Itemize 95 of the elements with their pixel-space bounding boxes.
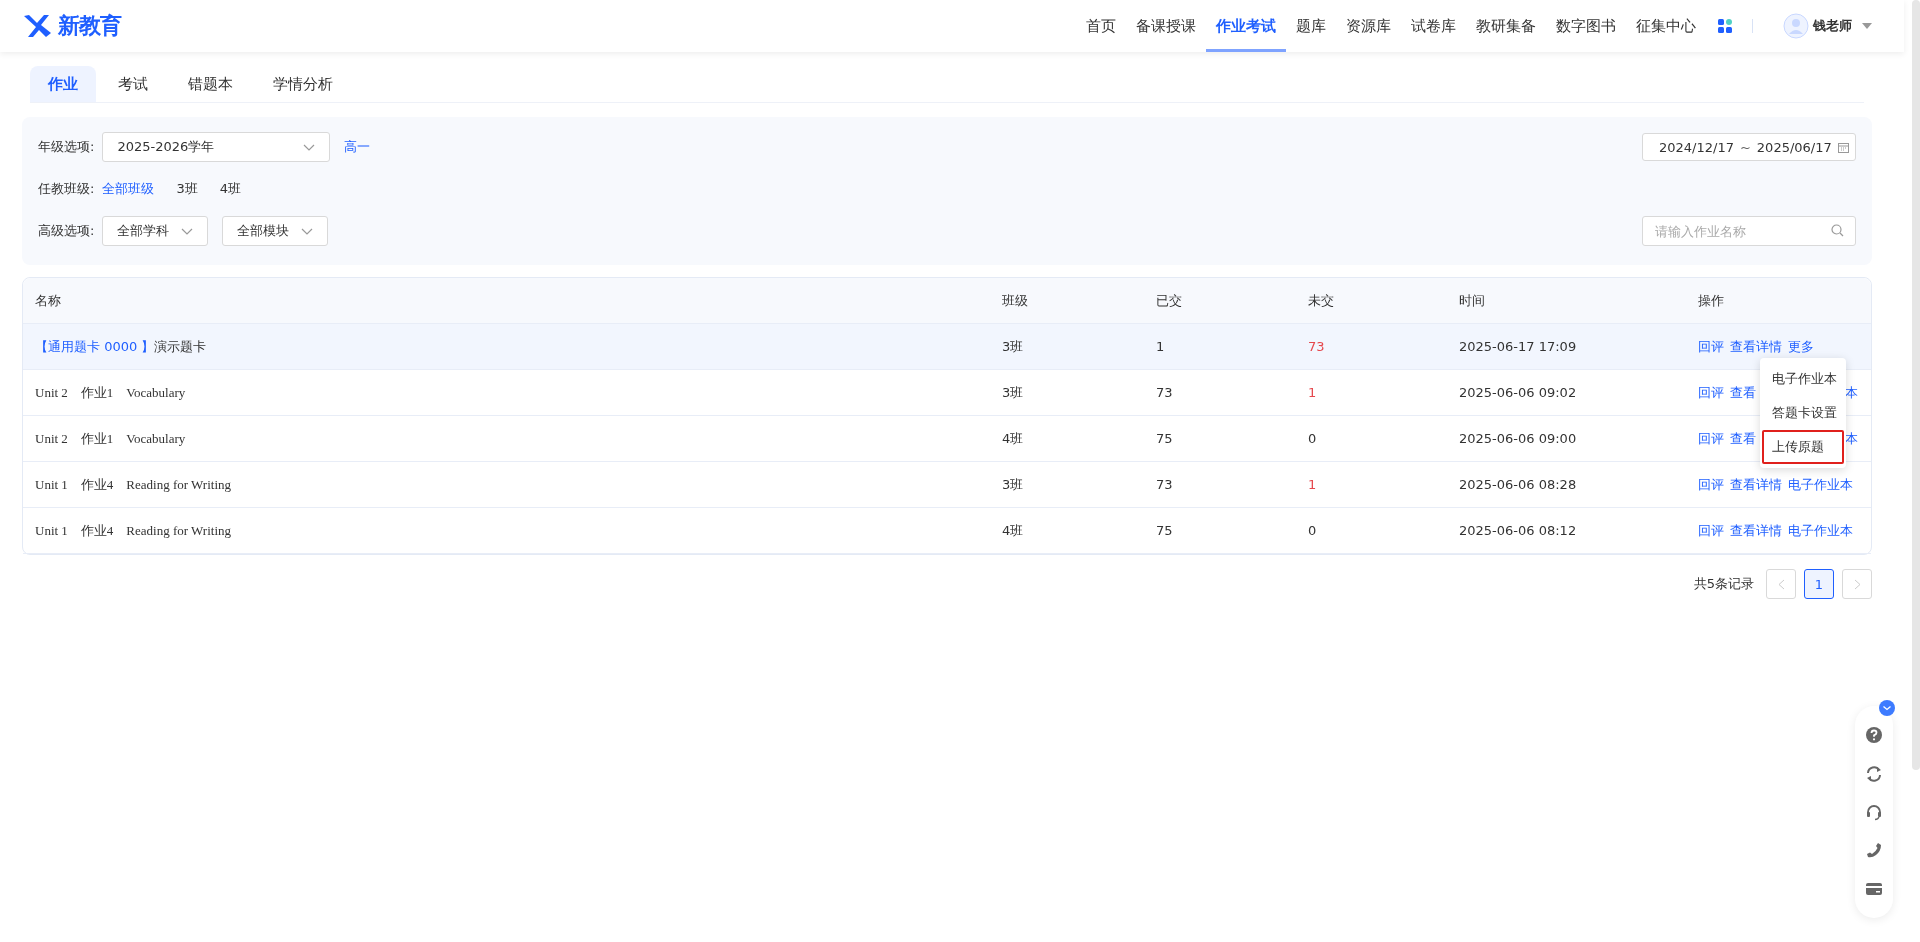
action-link[interactable]: 查看 — [1730, 429, 1756, 448]
table-cell-text: 2025-06-06 09:00 — [1459, 431, 1578, 446]
action-link[interactable]: 本 — [1845, 383, 1858, 402]
nav-item[interactable]: 数字图书 — [1546, 0, 1626, 52]
tab[interactable]: 学情分析 — [255, 66, 351, 102]
filter-label: 年级选项: — [38, 138, 95, 156]
grade-link[interactable]: 高一 — [344, 138, 371, 156]
class-option[interactable]: 全部班级 — [102, 180, 155, 198]
assignment-name: Unit 2 作业1 Vocabulary — [35, 383, 186, 402]
nav-item[interactable]: 作业考试 — [1206, 0, 1286, 52]
action-link[interactable]: 回评 — [1698, 475, 1724, 494]
action-link[interactable]: 更多 — [1788, 337, 1814, 356]
table-cell-text: 4班 — [1002, 521, 1025, 540]
table-cell-text: 2025-06-06 08:12 — [1459, 523, 1578, 538]
user-name[interactable]: 钱老师 — [1813, 17, 1852, 35]
module-select[interactable]: 全部模块 — [222, 216, 329, 246]
record-count: 共5条记录 — [1693, 575, 1754, 593]
tab[interactable]: 错题本 — [170, 66, 251, 102]
logo-text: 新教育 — [58, 12, 121, 40]
column-header: 名称 — [34, 291, 62, 310]
table-cell-text: 4班 — [1002, 429, 1025, 448]
nav-item[interactable]: 备课授课 — [1126, 0, 1206, 52]
column-header: 操作 — [1698, 291, 1725, 310]
logo-icon — [22, 13, 52, 39]
filter-label: 高级选项: — [38, 222, 95, 240]
menu-item[interactable]: 上传原题 — [1762, 430, 1844, 464]
column-header: 班级 — [1002, 291, 1029, 310]
card-tag[interactable]: 【通用题卡 0000 】 — [35, 337, 155, 356]
table-cell-text: 0 — [1308, 431, 1318, 446]
collapse-icon[interactable] — [1879, 700, 1895, 716]
tab[interactable]: 作业 — [30, 66, 96, 102]
chevron-down-icon — [303, 143, 316, 151]
filter-label: 任教班级: — [38, 180, 95, 198]
action-link[interactable]: 回评 — [1698, 429, 1724, 448]
apps-grid-icon[interactable] — [1718, 19, 1732, 33]
search-icon[interactable] — [1831, 224, 1844, 237]
table-cell-text: 0 — [1308, 523, 1318, 538]
nav-item[interactable]: 教研集备 — [1466, 0, 1546, 52]
nav-item[interactable]: 题库 — [1286, 0, 1336, 52]
school-year-select[interactable]: 2025-2026学年 — [102, 132, 331, 162]
calendar-icon — [1837, 141, 1849, 153]
action-link[interactable]: 查看详情 — [1730, 337, 1782, 356]
assignment-name: Unit 1 作业4 Reading for Writing — [35, 475, 232, 494]
action-link[interactable]: 回评 — [1698, 521, 1724, 540]
help-icon[interactable] — [1865, 726, 1883, 745]
assignment-name: Unit 1 作业4 Reading for Writing — [35, 521, 232, 540]
tab[interactable]: 考试 — [100, 66, 166, 102]
chevron-down-icon — [301, 227, 314, 235]
chevron-right-icon — [1853, 578, 1861, 590]
nav-item[interactable]: 首页 — [1076, 0, 1126, 52]
class-option[interactable]: 4班 — [219, 180, 241, 198]
table-cell-text: 1 — [1156, 339, 1166, 354]
class-option[interactable]: 3班 — [176, 180, 198, 198]
column-header: 已交 — [1156, 291, 1183, 310]
nav-item[interactable]: 征集中心 — [1626, 0, 1706, 52]
scrollbar[interactable] — [1912, 0, 1920, 770]
action-link[interactable]: 回评 — [1698, 383, 1724, 402]
column-header: 时间 — [1459, 291, 1486, 310]
table-cell-text: 1 — [1308, 385, 1318, 400]
search-field[interactable]: 请输入作业名称 — [1642, 216, 1856, 246]
chevron-down-icon — [181, 227, 194, 235]
caret-icon[interactable] — [1862, 23, 1872, 29]
table-cell-text: 2025-06-06 09:02 — [1459, 385, 1578, 400]
nav-item[interactable]: 资源库 — [1336, 0, 1401, 52]
table-cell-text: 3班 — [1002, 383, 1025, 402]
table-cell-text: 3班 — [1002, 337, 1025, 356]
table-cell-text: 1 — [1308, 477, 1318, 492]
subject-select[interactable]: 全部学科 — [102, 216, 209, 246]
assignment-name: Unit 2 作业1 Vocabulary — [35, 429, 186, 448]
table-cell-text: 75 — [1156, 523, 1174, 538]
page-button[interactable]: 1 — [1804, 569, 1834, 599]
table-cell-text: 2025-06-06 08:28 — [1459, 477, 1578, 492]
column-header: 未交 — [1308, 291, 1335, 310]
table-cell-text: 73 — [1308, 339, 1326, 354]
action-link[interactable]: 查看详情 — [1730, 521, 1782, 540]
action-link[interactable]: 回评 — [1698, 337, 1724, 356]
table-cell-text: 3班 — [1002, 475, 1025, 494]
date-range-field[interactable]: 2024/12/17 ~ 2025/06/17 — [1642, 133, 1856, 161]
action-link[interactable]: 电子作业本 — [1788, 475, 1853, 494]
assignment-name: 演示题卡 — [154, 337, 207, 356]
action-link[interactable]: 电子作业本 — [1788, 521, 1853, 540]
headset-icon[interactable] — [1865, 802, 1883, 821]
table-row[interactable]: 【通用题卡 0000 】演示题卡 3班 1 73 2025-06-17 17:09 回评 查看详情 更多 — [23, 324, 1871, 370]
table-cell-text: 73 — [1156, 477, 1174, 492]
chevron-left-icon — [1777, 578, 1785, 590]
table-row[interactable]: Unit 1 作业4 Reading for Writing 4班 75 0 2025-06-06 08:12 回评 查看详情 电子作业本 — [23, 508, 1871, 554]
refresh-icon[interactable] — [1865, 764, 1883, 783]
nav-item[interactable]: 试卷库 — [1401, 0, 1466, 52]
action-link[interactable]: 查看 — [1730, 383, 1756, 402]
table-cell-text: 73 — [1156, 385, 1174, 400]
action-link[interactable]: 查看详情 — [1730, 475, 1782, 494]
table-cell-text: 2025-06-17 17:09 — [1459, 339, 1578, 354]
action-link[interactable]: 本 — [1845, 429, 1858, 448]
table-cell-text: 75 — [1156, 431, 1174, 446]
phone-icon[interactable] — [1865, 841, 1883, 860]
